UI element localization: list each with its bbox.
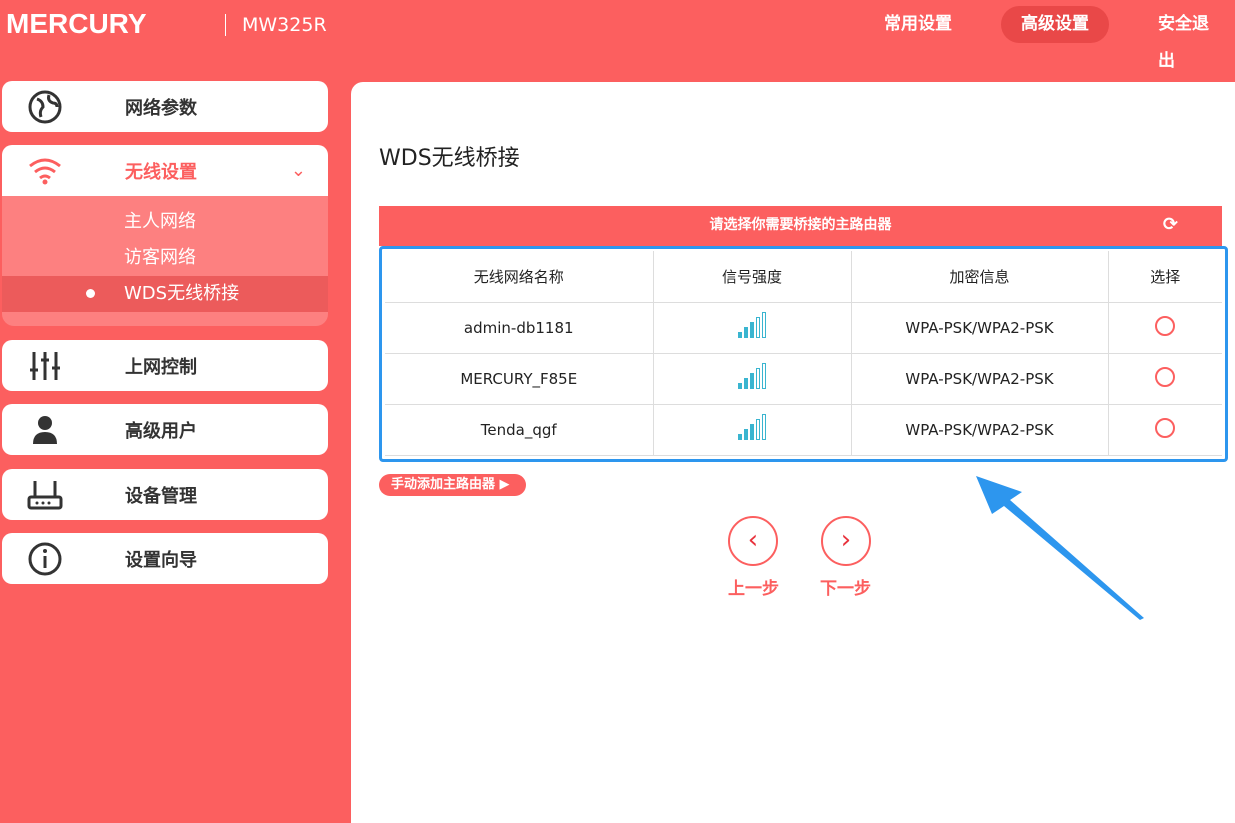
table-header: 无线网络名称 信号强度 加密信息 选择: [385, 251, 1222, 302]
signal-bar: [762, 363, 766, 389]
chevron-down-icon: ⌄: [291, 160, 306, 181]
signal-strength-icon: [738, 365, 766, 389]
signal-bar: [738, 434, 742, 440]
sidebar-item-label: 高级用户: [125, 417, 197, 443]
active-dot-icon: [86, 289, 95, 298]
ssid-cell: admin-db1181: [385, 302, 653, 353]
info-icon: [27, 541, 77, 577]
submenu-guest-network[interactable]: 访客网络: [2, 240, 328, 276]
signal-bar: [744, 327, 748, 338]
signal-bar: [756, 317, 760, 338]
signal-cell: [653, 302, 851, 353]
select-cell: [1108, 404, 1222, 455]
signal-bar: [762, 312, 766, 338]
signal-strength-icon: [738, 314, 766, 338]
sidebar-item-wireless[interactable]: 无线设置 ⌄: [2, 145, 328, 196]
submenu-host-network[interactable]: 主人网络: [2, 204, 328, 240]
table-row[interactable]: Tenda_qgf WPA-PSK/WPA2-PSK: [385, 404, 1222, 455]
signal-bar: [738, 383, 742, 389]
signal-bar: [756, 419, 760, 440]
sidebar-item-label: 网络参数: [125, 94, 197, 120]
encryption-cell: WPA-PSK/WPA2-PSK: [851, 404, 1108, 455]
signal-bar: [738, 332, 742, 338]
select-cell: [1108, 302, 1222, 353]
user-icon: [27, 414, 77, 446]
chevron-right-icon: ›: [841, 525, 851, 555]
prev-button[interactable]: ‹: [728, 516, 778, 566]
manual-add-router-button[interactable]: 手动添加主路由器 ▶: [379, 474, 526, 496]
column-header: 选择: [1108, 251, 1222, 302]
annotation-arrow-icon: [970, 470, 1150, 625]
divider: [225, 14, 226, 36]
sliders-icon: [27, 350, 77, 382]
encryption-cell: WPA-PSK/WPA2-PSK: [851, 353, 1108, 404]
select-cell: [1108, 353, 1222, 404]
signal-bar: [744, 378, 748, 389]
signal-bar: [750, 373, 754, 389]
encryption-cell: WPA-PSK/WPA2-PSK: [851, 302, 1108, 353]
brand-logo: MERCURY: [6, 8, 147, 40]
main-panel: WDS无线桥接 请选择你需要桥接的主路由器 ⟳ 无线网络名称 信号强度 加密信息 …: [351, 82, 1235, 823]
globe-icon: [27, 89, 77, 125]
column-header: 无线网络名称: [385, 251, 653, 302]
sidebar-item-label: 上网控制: [125, 353, 197, 379]
sidebar-item-access-control[interactable]: 上网控制: [2, 340, 328, 391]
column-header: 信号强度: [653, 251, 851, 302]
refresh-icon[interactable]: ⟳: [1163, 206, 1178, 244]
signal-cell: [653, 353, 851, 404]
nav-advanced-settings[interactable]: 高级设置: [1001, 6, 1109, 43]
select-radio[interactable]: [1155, 367, 1175, 387]
next-button[interactable]: ›: [821, 516, 871, 566]
signal-strength-icon: [738, 416, 766, 440]
table-row[interactable]: admin-db1181 WPA-PSK/WPA2-PSK: [385, 302, 1222, 353]
wifi-icon: [27, 156, 77, 186]
signal-bar: [756, 368, 760, 389]
signal-bar: [750, 424, 754, 440]
prev-label[interactable]: 上一步: [728, 574, 779, 599]
page-title: WDS无线桥接: [379, 140, 520, 172]
table-row[interactable]: MERCURY_F85E WPA-PSK/WPA2-PSK: [385, 353, 1222, 404]
sidebar-item-label: 设备管理: [125, 482, 197, 508]
caption-text: 请选择你需要桥接的主路由器: [710, 217, 892, 233]
ssid-cell: Tenda_qgf: [385, 404, 653, 455]
sidebar-item-label: 无线设置: [125, 158, 197, 184]
signal-bar: [750, 322, 754, 338]
nav-logout[interactable]: 安全退出: [1138, 6, 1235, 43]
wireless-submenu: 主人网络 访客网络 WDS无线桥接: [2, 196, 328, 326]
column-header: 加密信息: [851, 251, 1108, 302]
sidebar-item-advanced-users[interactable]: 高级用户: [2, 404, 328, 455]
select-radio[interactable]: [1155, 418, 1175, 438]
ssid-cell: MERCURY_F85E: [385, 353, 653, 404]
triangle-right-icon: ▶: [500, 477, 510, 492]
signal-bar: [744, 429, 748, 440]
sidebar-item-device-management[interactable]: 设备管理: [2, 469, 328, 520]
submenu-wds[interactable]: WDS无线桥接: [2, 276, 328, 312]
sidebar-item-setup-wizard[interactable]: 设置向导: [2, 533, 328, 584]
router-icon: [27, 479, 77, 511]
router-list-highlight: 无线网络名称 信号强度 加密信息 选择 admin-db1181 WPA-PSK…: [379, 246, 1228, 462]
signal-bar: [762, 414, 766, 440]
select-radio[interactable]: [1155, 316, 1175, 336]
button-label: 手动添加主路由器: [391, 477, 495, 492]
router-table: 无线网络名称 信号强度 加密信息 选择 admin-db1181 WPA-PSK…: [385, 251, 1222, 456]
model-name: MW325R: [242, 14, 327, 36]
signal-cell: [653, 404, 851, 455]
sidebar-item-network[interactable]: 网络参数: [2, 81, 328, 132]
submenu-label: WDS无线桥接: [124, 283, 239, 304]
sidebar-item-label: 设置向导: [125, 546, 197, 572]
nav-common-settings[interactable]: 常用设置: [864, 6, 972, 43]
chevron-left-icon: ‹: [748, 525, 758, 555]
table-caption: 请选择你需要桥接的主路由器 ⟳: [379, 206, 1222, 246]
next-label[interactable]: 下一步: [820, 574, 871, 599]
